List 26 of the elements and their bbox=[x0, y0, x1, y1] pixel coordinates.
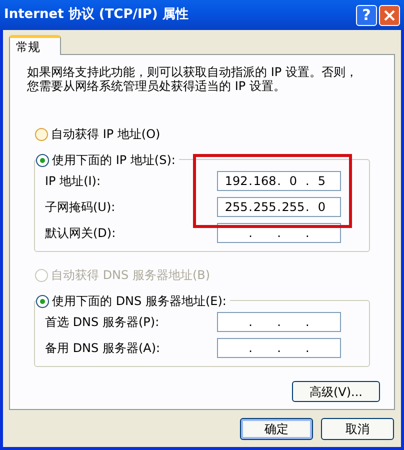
ip-address-field[interactable]: 192.168. 0 . 5 bbox=[217, 171, 341, 191]
field-label: 子网掩码(U): bbox=[45, 199, 116, 216]
intro-text: 如果网络支持此功能，则可以获取自动指派的 IP 设置。否则， bbox=[27, 65, 358, 79]
radio-button[interactable] bbox=[35, 128, 48, 140]
close-button[interactable] bbox=[379, 4, 400, 26]
radio-button[interactable] bbox=[36, 154, 49, 166]
field-label: 备用 DNS 服务器(A): bbox=[45, 340, 160, 357]
ip-address-field[interactable]: 255.255.255. 0 bbox=[217, 197, 341, 217]
radio-label: 自动获得 IP 地址(O) bbox=[51, 126, 160, 143]
radio-label: 自动获得 DNS 服务器地址(B) bbox=[51, 267, 210, 284]
advanced-button[interactable]: 高级(V)... bbox=[292, 381, 380, 402]
cancel-button[interactable]: 取消 bbox=[321, 418, 394, 440]
ip-address-field[interactable]: . . . bbox=[217, 338, 341, 358]
ok-button[interactable]: 确定 bbox=[240, 418, 313, 440]
field-label: 首选 DNS 服务器(P): bbox=[45, 314, 160, 331]
radio-label: 使用下面的 DNS 服务器地址(E): bbox=[52, 293, 226, 310]
close-icon bbox=[384, 10, 395, 20]
help-button[interactable]: ? bbox=[356, 4, 377, 26]
field-label: 默认网关(D): bbox=[45, 225, 116, 242]
window-title: Internet 协议 (TCP/IP) 属性 bbox=[4, 6, 190, 24]
tab[interactable]: 常规 bbox=[9, 35, 61, 55]
radio-label: 使用下面的 IP 地址(S): bbox=[52, 152, 176, 169]
intro-text: 您需要从网络系统管理员处获得适当的 IP 设置。 bbox=[27, 79, 286, 93]
radio-button[interactable] bbox=[36, 294, 49, 308]
ip-address-field[interactable]: . . . bbox=[217, 312, 341, 332]
field-label: IP 地址(I): bbox=[45, 173, 101, 190]
